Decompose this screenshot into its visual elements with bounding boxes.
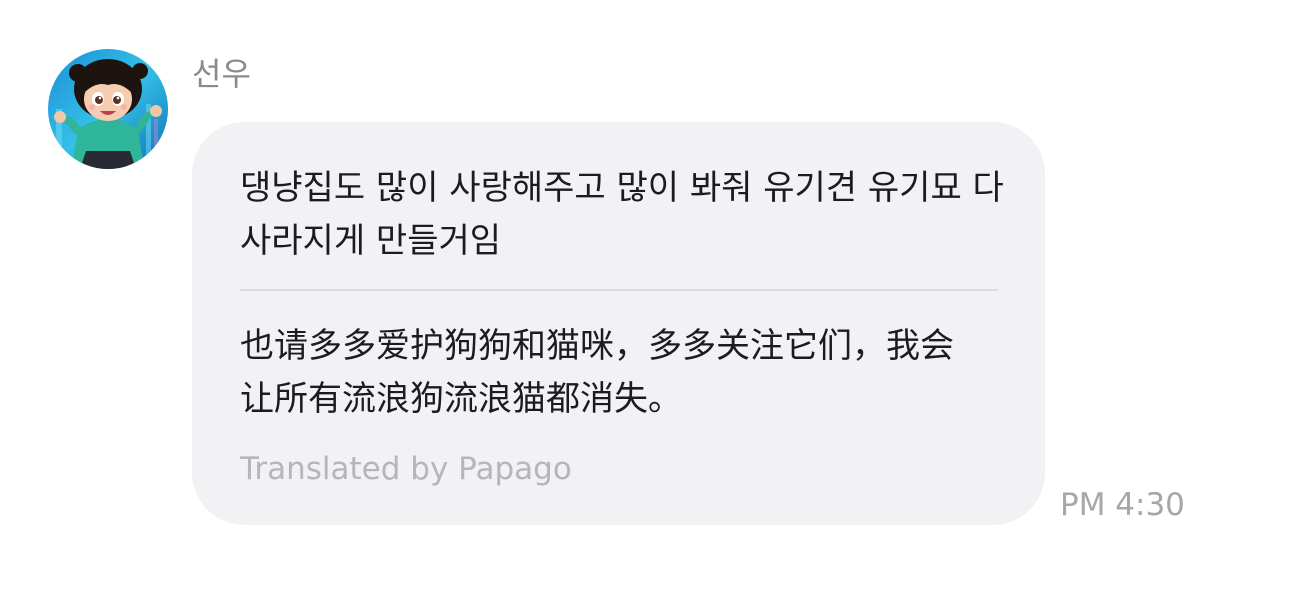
chat-view: 선우 댕냥집도 많이 사랑해주고 많이 봐줘 유기견 유기묘 다 사라지게 만들… [0,0,1290,615]
avatar[interactable] [48,49,168,169]
sender-name: 선우 [192,55,251,93]
translated-message-text: 也请多多爱护狗狗和猫咪，多多关注它们，我会让所有流浪狗流浪猫都消失。 [240,326,954,419]
cartoon-girl-avatar-image [48,49,168,169]
original-message-text: 댕냥집도 많이 사랑해주고 많이 봐줘 유기견 유기묘 다 사라지게 만들거임 [240,168,1004,261]
message-bubble[interactable]: 댕냥집도 많이 사랑해주고 많이 봐줘 유기견 유기묘 다 사라지게 만들거임 … [192,122,1045,525]
translation-divider [240,289,998,291]
message-timestamp: PM 4:30 [1060,487,1185,523]
translation-credit: Translated by Papago [240,451,572,487]
